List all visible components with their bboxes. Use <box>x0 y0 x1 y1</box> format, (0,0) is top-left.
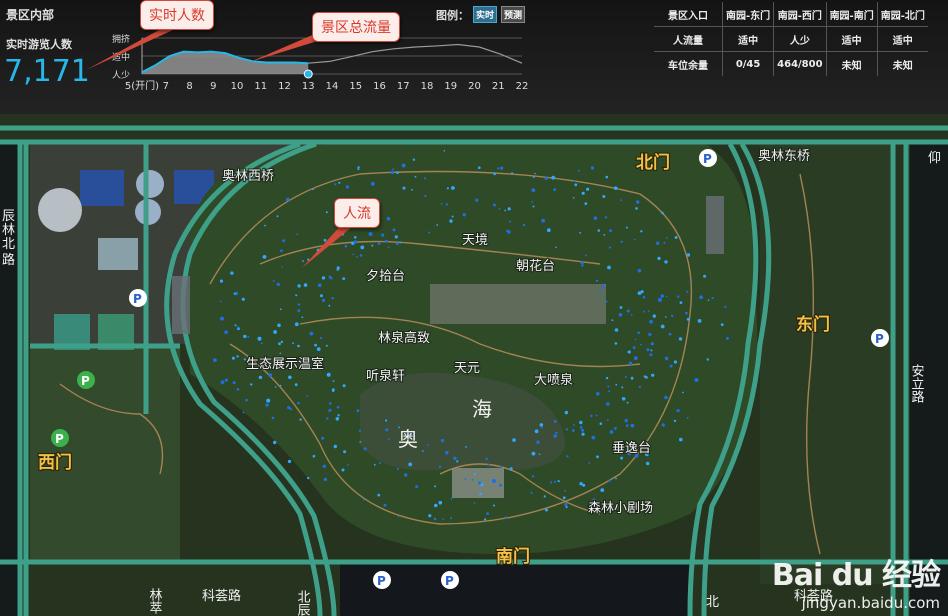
watermark: Bai du 经验 jingyan.baidu.com <box>771 550 941 612</box>
callout-arrows <box>86 24 358 268</box>
watermark-url: jingyan.baidu.com <box>801 594 940 612</box>
callout-people-flow: 人流 <box>334 198 380 228</box>
callout-arrow <box>86 24 186 70</box>
callout-arrow <box>302 222 358 268</box>
watermark-logo: Bai du 经验 <box>771 558 941 593</box>
callout-realtime: 实时人数 <box>140 0 214 30</box>
callout-total-flow: 景区总流量 <box>312 12 400 42</box>
